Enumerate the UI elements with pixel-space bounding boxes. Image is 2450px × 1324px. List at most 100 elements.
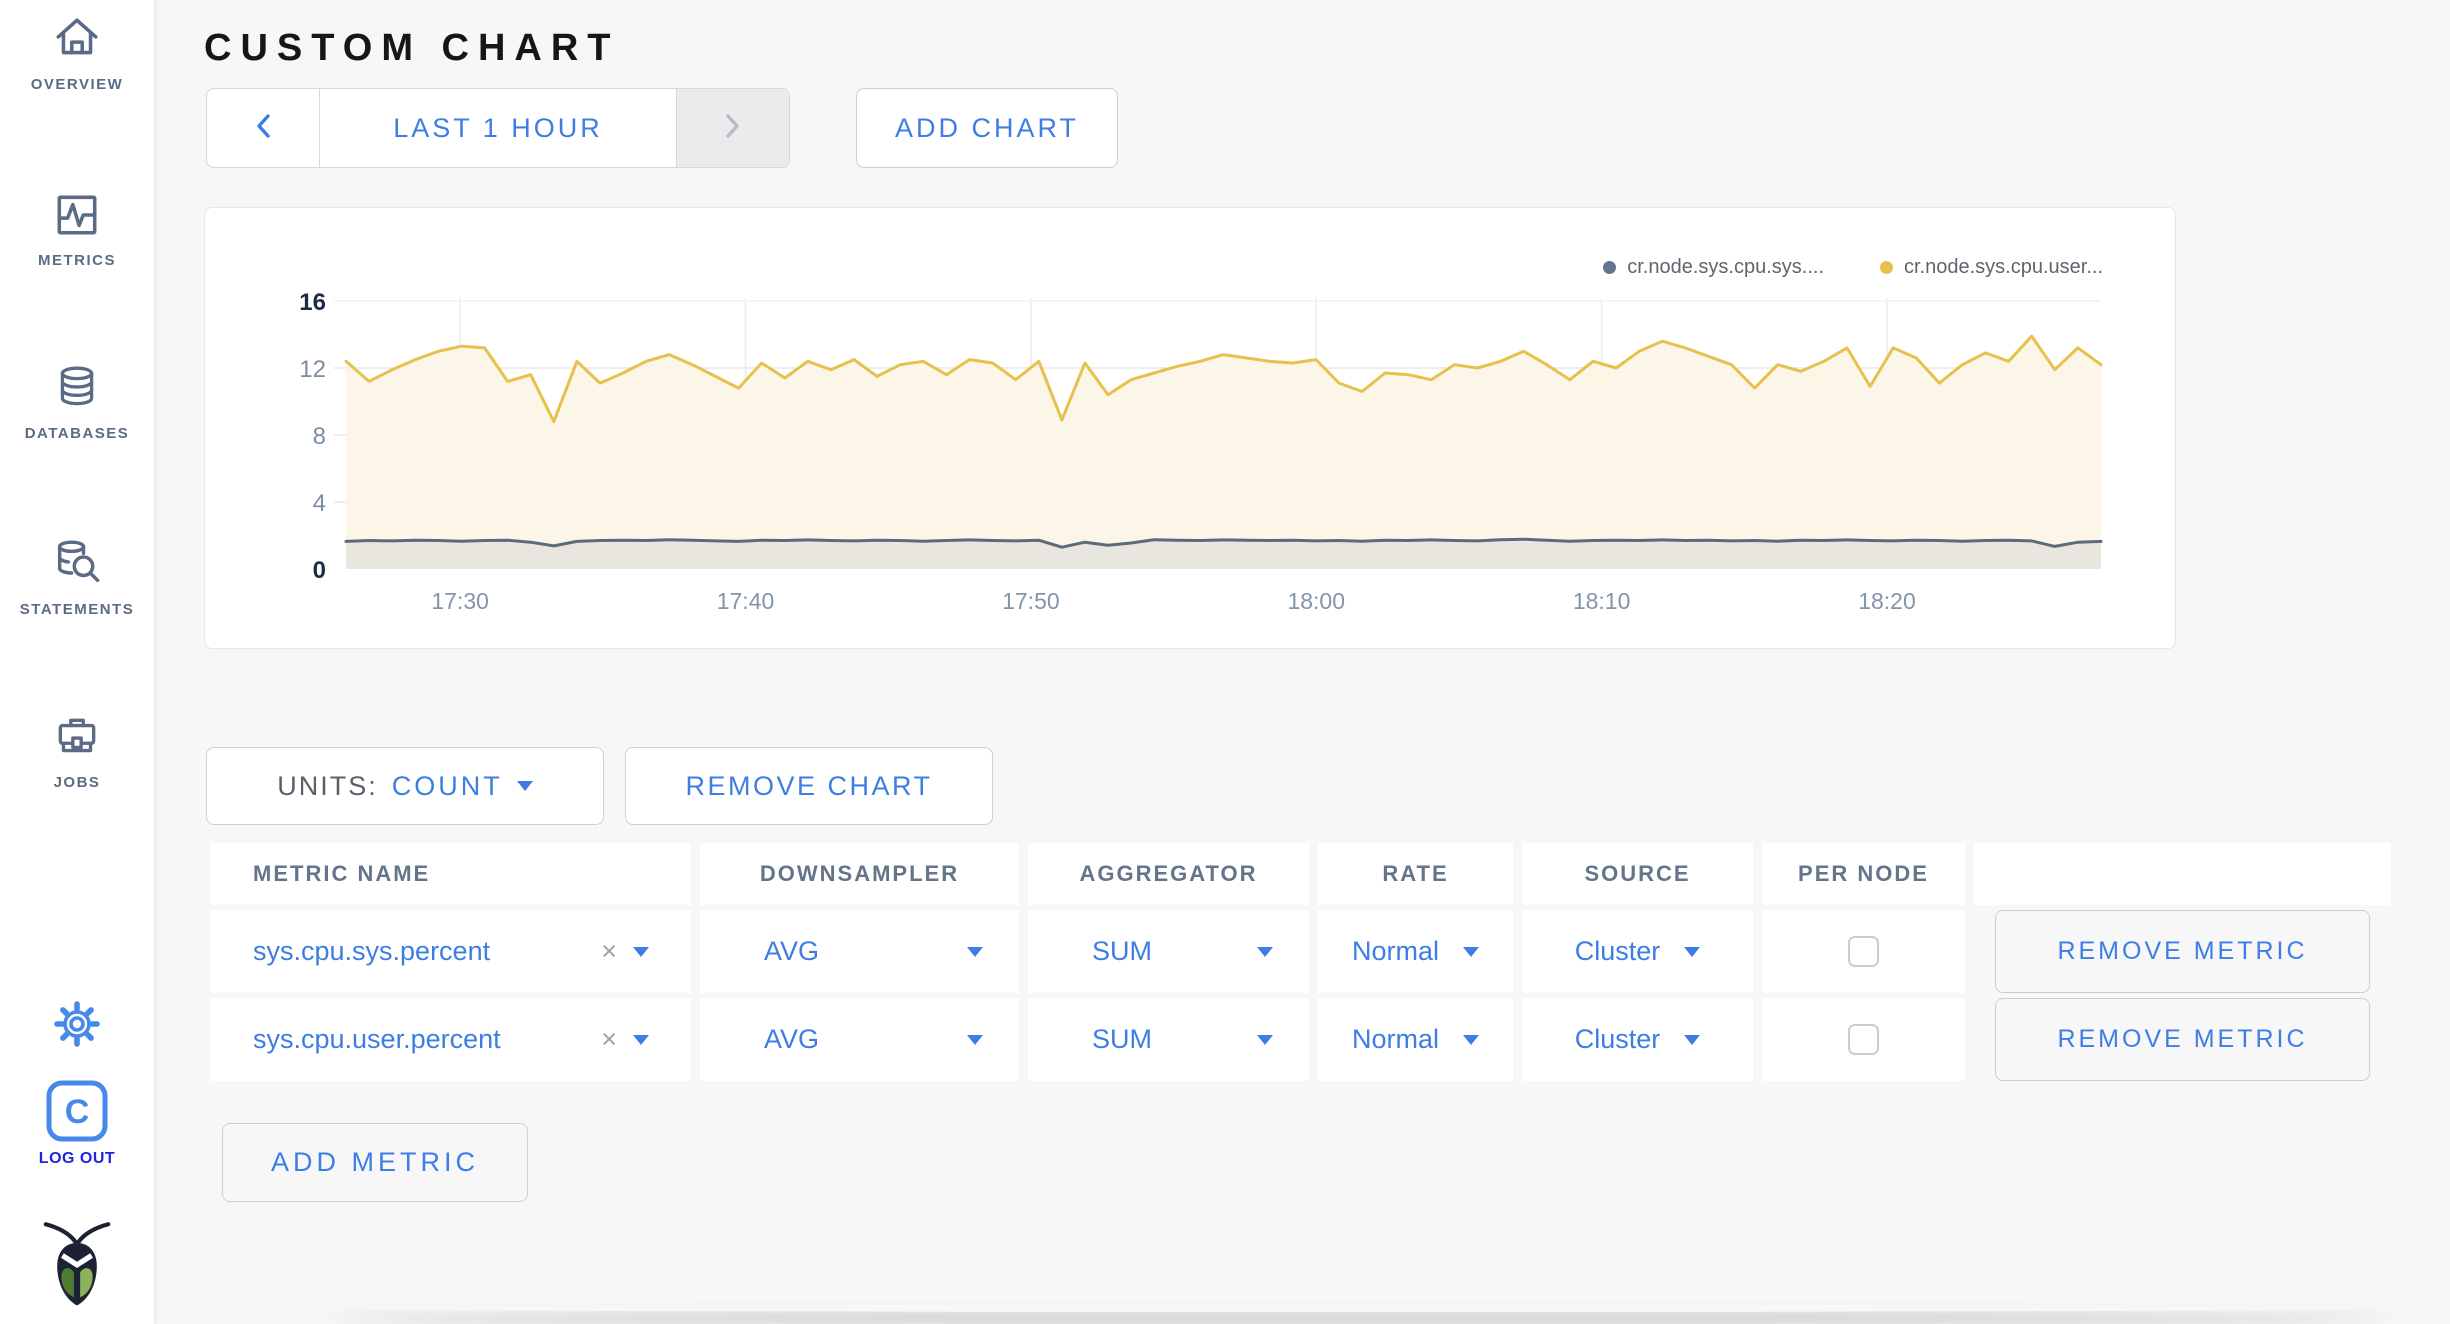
sidebar-item-jobs[interactable]: JOBS xyxy=(0,712,154,791)
briefcase-icon xyxy=(52,712,102,762)
metric-name-value: sys.cpu.sys.percent xyxy=(253,936,491,966)
sidebar-item-label: METRICS xyxy=(38,252,116,269)
source-value: Cluster xyxy=(1574,936,1661,966)
gear-icon xyxy=(53,1000,101,1048)
clear-metric-icon[interactable]: × xyxy=(601,1024,617,1055)
timescale-prev-button[interactable] xyxy=(207,89,319,167)
downsampler-dropdown[interactable]: AVG xyxy=(700,998,1019,1081)
settings-button[interactable] xyxy=(0,1000,154,1048)
aggregator-value: SUM xyxy=(1092,1024,1152,1054)
units-value: COUNT xyxy=(391,770,503,801)
add-chart-button[interactable]: ADD CHART xyxy=(856,88,1118,168)
col-header-downsampler: DOWNSAMPLER xyxy=(700,843,1019,905)
c-square-icon: C xyxy=(46,1080,108,1142)
svg-text:17:40: 17:40 xyxy=(717,588,775,614)
chevron-down-icon xyxy=(1463,1034,1479,1045)
svg-text:18:10: 18:10 xyxy=(1573,588,1631,614)
remove-chart-button[interactable]: REMOVE CHART xyxy=(625,747,993,825)
chevron-down-icon xyxy=(1257,1034,1273,1045)
chevron-down-icon xyxy=(967,1034,983,1045)
chevron-down-icon xyxy=(516,781,533,791)
downsampler-value: AVG xyxy=(764,1024,820,1054)
metrics-graph-icon xyxy=(52,190,102,240)
timescale-next-button[interactable] xyxy=(676,89,789,167)
aggregator-dropdown[interactable]: SUM xyxy=(1028,910,1309,993)
remove-metric-label: REMOVE METRIC xyxy=(2057,937,2308,965)
sidebar-item-label: JOBS xyxy=(53,774,101,791)
rate-value: Normal xyxy=(1351,1024,1439,1054)
col-header-source: SOURCE xyxy=(1522,843,1753,905)
col-header-rate: RATE xyxy=(1318,843,1513,905)
home-icon xyxy=(52,14,102,64)
custom-chart-page: OVERVIEW METRICS DATABASES STATEMENTS JO… xyxy=(0,0,2450,1324)
sidebar-item-overview[interactable]: OVERVIEW xyxy=(0,14,154,93)
svg-text:0: 0 xyxy=(313,557,326,584)
metrics-table: METRIC NAME DOWNSAMPLER AGGREGATOR RATE … xyxy=(210,843,2391,1081)
chevron-down-icon xyxy=(967,946,983,957)
svg-text:18:00: 18:00 xyxy=(1287,588,1345,614)
svg-text:17:50: 17:50 xyxy=(1002,588,1060,614)
cockroach-bug-logo xyxy=(0,1218,154,1318)
downsampler-dropdown[interactable]: AVG xyxy=(700,910,1019,993)
chevron-down-icon xyxy=(633,1034,649,1045)
database-search-icon xyxy=(51,537,103,589)
legend-label-user: cr.node.sys.cpu.user... xyxy=(1904,256,2103,278)
svg-text:C: C xyxy=(65,1093,90,1131)
col-header-metric-name: METRIC NAME xyxy=(210,843,691,905)
aggregator-dropdown[interactable]: SUM xyxy=(1028,998,1309,1081)
chart-legend: cr.node.sys.cpu.sys.... cr.node.sys.cpu.… xyxy=(1603,256,2103,279)
page-title: CUSTOM CHART xyxy=(204,27,620,70)
sidebar-item-metrics[interactable]: METRICS xyxy=(0,190,154,269)
metric-name-value: sys.cpu.user.percent xyxy=(253,1024,501,1054)
chevron-down-icon xyxy=(1684,946,1701,957)
page-bottom-shadow xyxy=(330,1304,2390,1312)
source-value: Cluster xyxy=(1574,1024,1661,1054)
metric-name-dropdown[interactable]: × xyxy=(601,936,691,967)
svg-text:16: 16 xyxy=(299,289,326,316)
rate-dropdown[interactable]: Normal xyxy=(1318,998,1513,1081)
per-node-cell xyxy=(1762,910,1965,993)
source-dropdown[interactable]: Cluster xyxy=(1522,998,1753,1081)
per-node-checkbox[interactable] xyxy=(1848,1024,1879,1055)
per-node-checkbox[interactable] xyxy=(1848,936,1879,967)
remove-metric-button[interactable]: REMOVE METRIC xyxy=(1995,998,2370,1081)
metric-name-dropdown[interactable]: × xyxy=(601,1024,691,1055)
svg-text:12: 12 xyxy=(299,356,326,383)
svg-text:18:20: 18:20 xyxy=(1858,588,1916,614)
legend-dot-user xyxy=(1880,261,1893,274)
source-dropdown[interactable]: Cluster xyxy=(1522,910,1753,993)
remove-metric-button[interactable]: REMOVE METRIC xyxy=(1995,910,2370,993)
rate-dropdown[interactable]: Normal xyxy=(1318,910,1513,993)
add-chart-label: ADD CHART xyxy=(894,112,1080,143)
sidebar-item-label: OVERVIEW xyxy=(30,76,124,93)
legend-item-user[interactable]: cr.node.sys.cpu.user... xyxy=(1880,256,2103,279)
sidebar-item-statements[interactable]: STATEMENTS xyxy=(0,537,154,618)
sidebar: OVERVIEW METRICS DATABASES STATEMENTS JO… xyxy=(0,0,155,1324)
actions-cell: REMOVE METRIC xyxy=(1974,998,2391,1081)
table-row-metric-name: sys.cpu.sys.percent × xyxy=(210,910,691,993)
units-dropdown[interactable]: UNITS: COUNT xyxy=(206,747,604,825)
add-metric-label: ADD METRIC xyxy=(271,1147,479,1177)
timescale-range-button[interactable]: LAST 1 HOUR xyxy=(319,89,676,167)
per-node-cell xyxy=(1762,998,1965,1081)
legend-label-sys: cr.node.sys.cpu.sys.... xyxy=(1627,256,1824,278)
clear-metric-icon[interactable]: × xyxy=(601,936,617,967)
downsampler-value: AVG xyxy=(764,936,820,966)
legend-item-sys[interactable]: cr.node.sys.cpu.sys.... xyxy=(1603,256,1824,279)
svg-text:4: 4 xyxy=(313,490,326,517)
logout-button[interactable]: C LOG OUT xyxy=(0,1080,154,1168)
aggregator-value: SUM xyxy=(1092,936,1152,966)
rate-value: Normal xyxy=(1351,936,1439,966)
legend-dot-sys xyxy=(1603,261,1617,274)
actions-cell: REMOVE METRIC xyxy=(1974,910,2391,993)
sidebar-item-databases[interactable]: DATABASES xyxy=(0,363,154,442)
col-header-aggregator: AGGREGATOR xyxy=(1028,843,1309,905)
units-label: UNITS: xyxy=(277,770,378,801)
svg-text:8: 8 xyxy=(313,423,326,450)
add-metric-button[interactable]: ADD METRIC xyxy=(222,1123,528,1202)
chevron-left-icon xyxy=(255,113,271,144)
database-icon xyxy=(52,363,102,413)
timescale-selector: LAST 1 HOUR xyxy=(206,88,790,168)
chevron-down-icon xyxy=(1684,1034,1701,1045)
chevron-down-icon xyxy=(633,946,649,957)
